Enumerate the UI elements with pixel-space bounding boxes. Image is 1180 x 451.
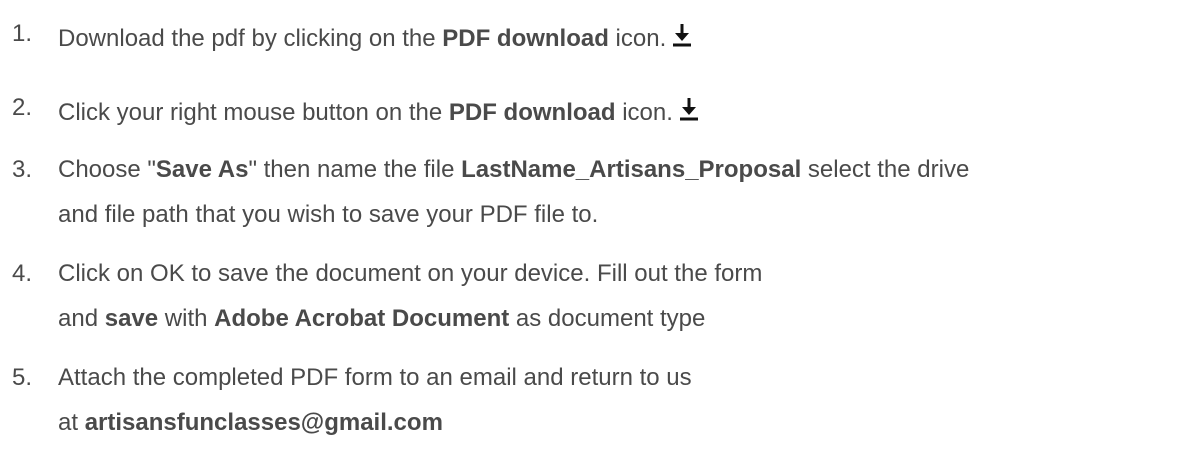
step-text-line2: and file path that you wish to save your…: [58, 201, 599, 228]
pdf-download-label: PDF download: [442, 25, 609, 52]
step-number: 3.: [12, 156, 33, 183]
file-name-label: LastName_Artisans_Proposal: [461, 156, 802, 183]
step-number: 5.: [12, 364, 33, 391]
save-as-label: Save As: [155, 156, 249, 183]
step-text: Click your right mouse button on the PDF…: [58, 96, 699, 125]
step-number: 1.: [12, 20, 33, 47]
download-icon[interactable]: [679, 96, 699, 122]
step-text-line2: at artisansfunclasses@gmail.com: [58, 409, 443, 436]
step-text: Attach the completed PDF form to an emai…: [58, 364, 692, 391]
download-icon[interactable]: [672, 22, 692, 48]
step-number: 2.: [12, 94, 33, 121]
step-text: Download the pdf by clicking on the PDF …: [58, 22, 692, 51]
step-text-line2: and save with Adobe Acrobat Document as …: [58, 305, 706, 332]
step-text: Choose "Save As" then name the file Last…: [58, 156, 970, 183]
email-address[interactable]: artisansfunclasses@gmail.com: [85, 409, 443, 436]
document-type-label: Adobe Acrobat Document: [214, 305, 510, 332]
save-label: save: [104, 305, 159, 332]
step-number: 4.: [12, 260, 33, 287]
pdf-download-label: PDF download: [448, 99, 616, 126]
step-text: Click on OK to save the document on your…: [58, 260, 763, 287]
instructions-list: 1. Download the pdf by clicking on the P…: [0, 0, 1180, 451]
